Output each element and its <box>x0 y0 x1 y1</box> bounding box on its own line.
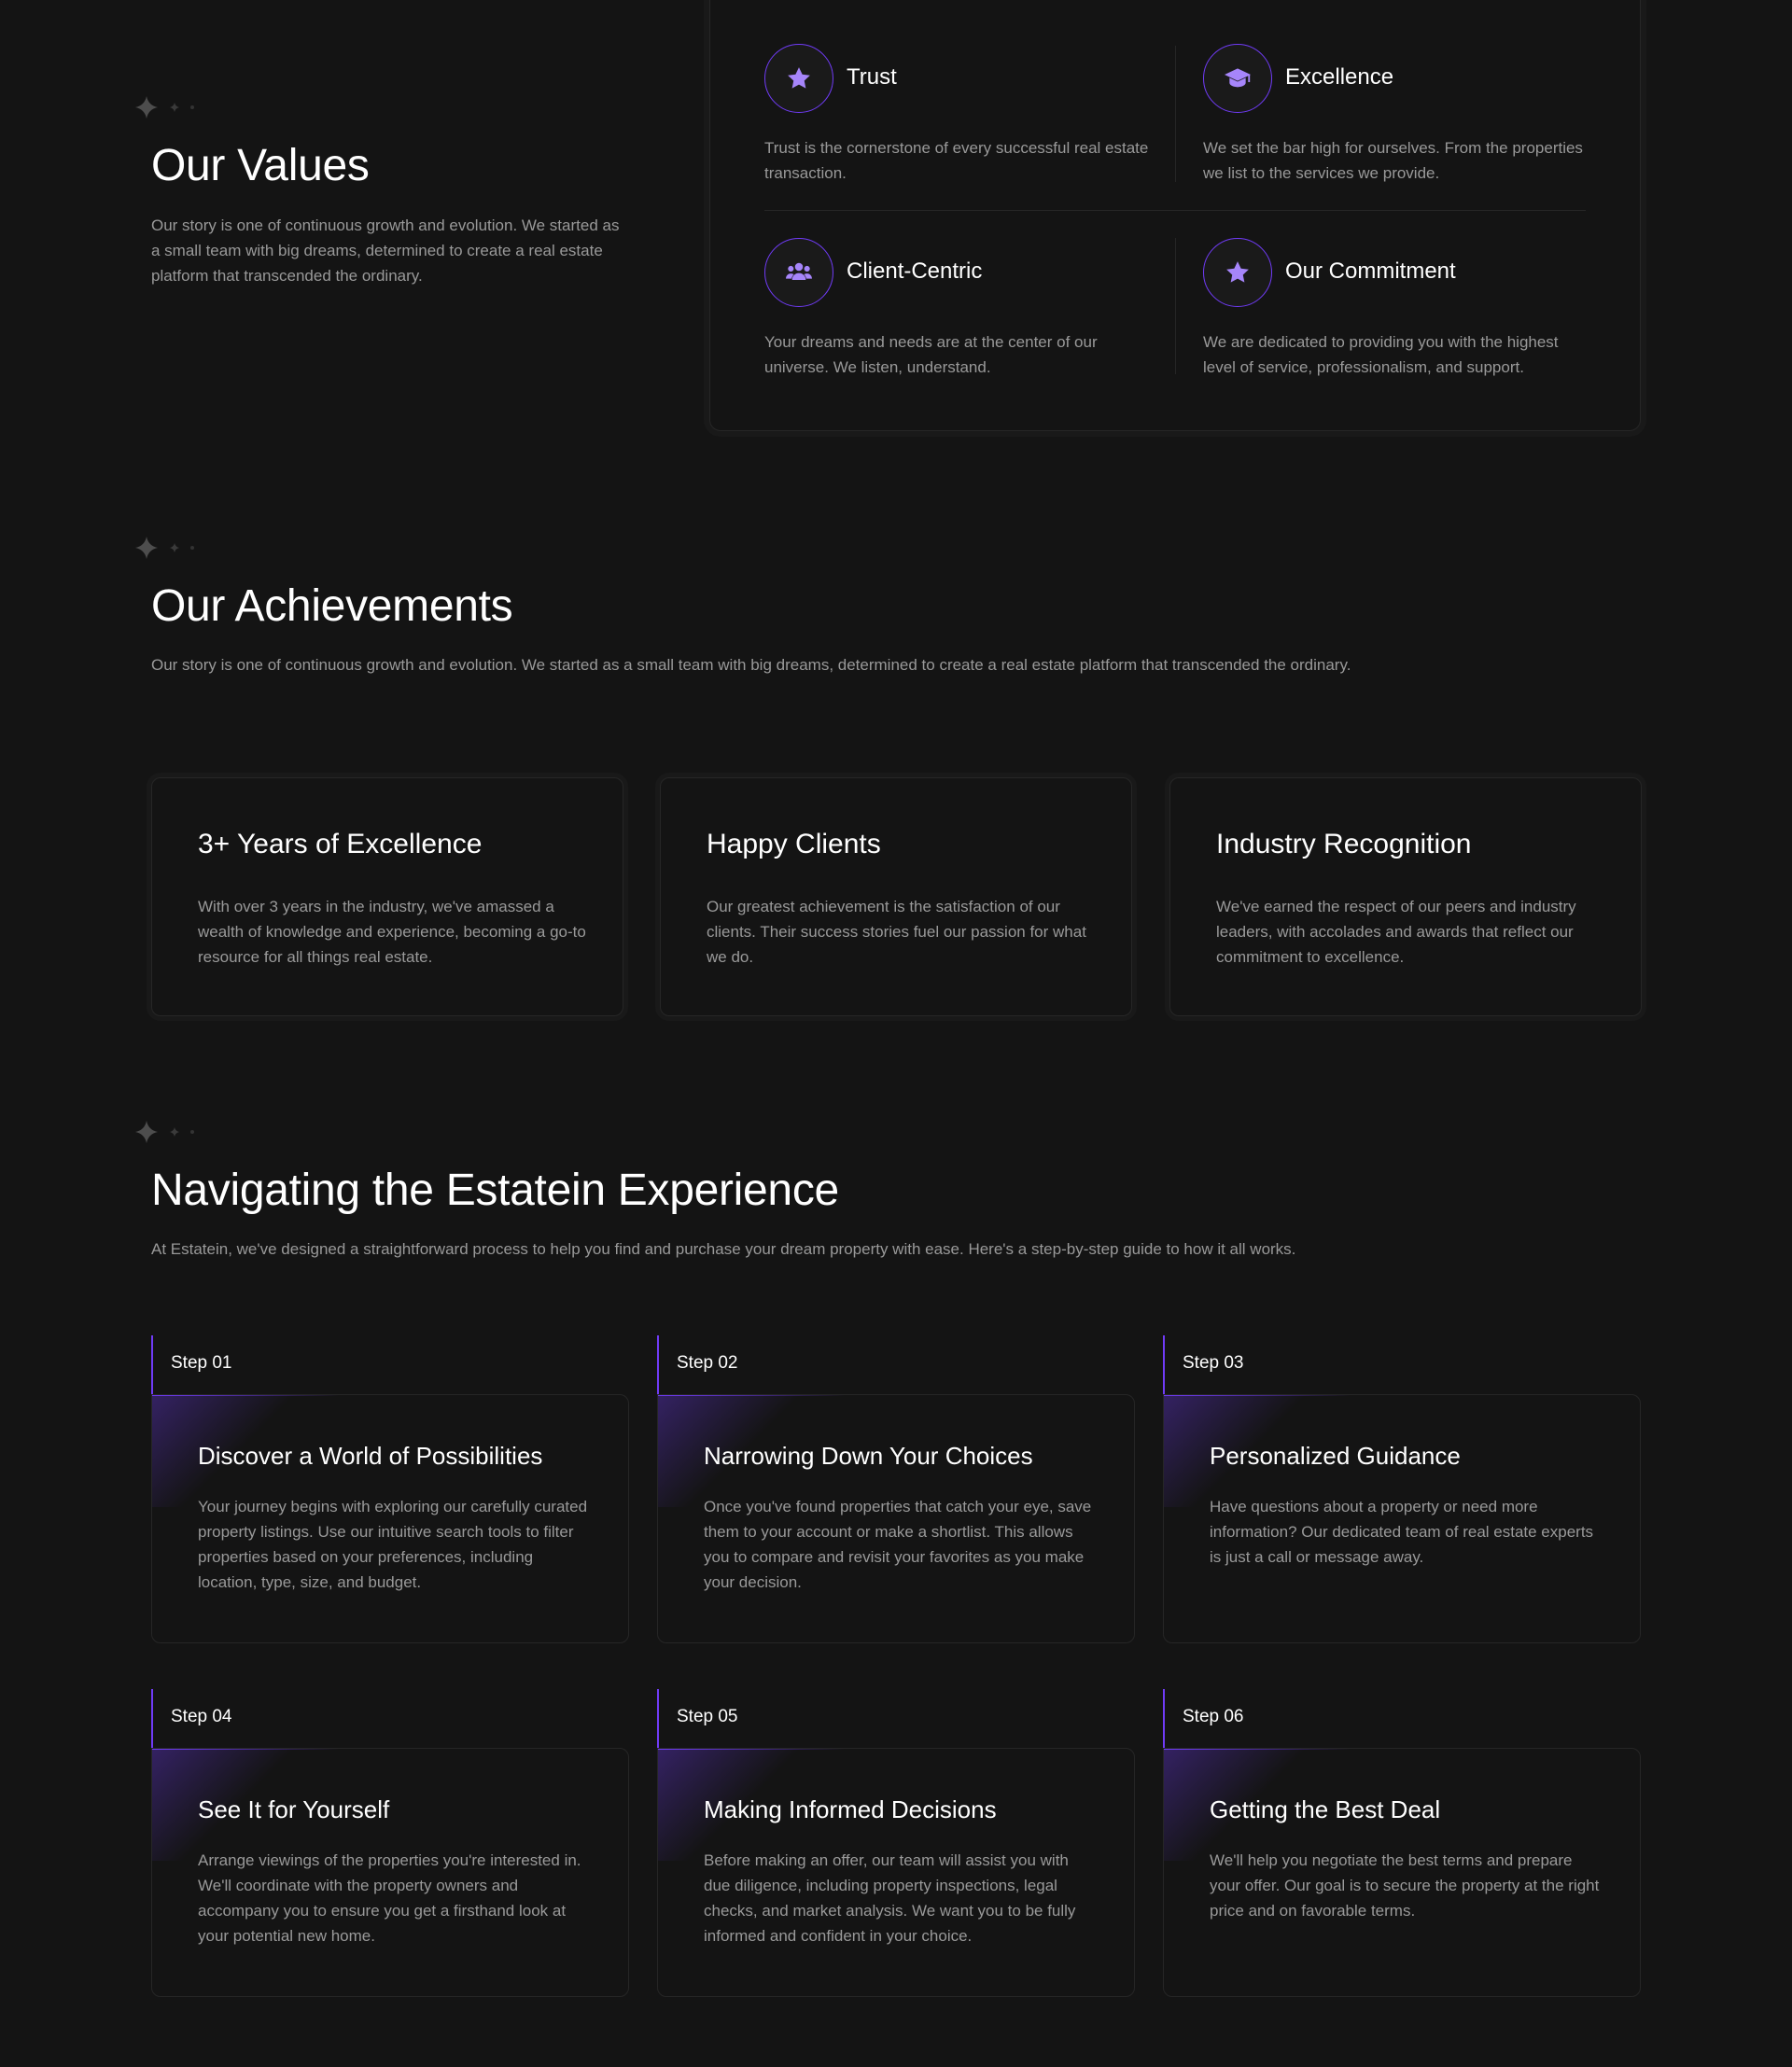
achievement-title: Industry Recognition <box>1216 829 1472 859</box>
step-label: Step 06 <box>1183 1707 1244 1726</box>
values-description: Our story is one of continuous growth an… <box>151 216 620 285</box>
step-title: Personalized Guidance <box>1210 1442 1461 1470</box>
step-title: Making Informed Decisions <box>704 1795 997 1823</box>
step-label-bar: Step 04 <box>151 1689 629 1748</box>
step-body: Discover a World of Possibilities Your j… <box>151 1394 629 1643</box>
step-body: Making Informed Decisions Before making … <box>657 1748 1135 1997</box>
users-icon <box>764 238 833 307</box>
values-horizontal-divider <box>764 210 1586 211</box>
value-title: Client-Centric <box>847 258 983 284</box>
step-label: Step 04 <box>171 1707 232 1726</box>
value-description: We are dedicated to providing you with t… <box>1203 333 1559 376</box>
step-description: Once you've found properties that catch … <box>704 1498 1092 1591</box>
step-body: See It for Yourself Arrange viewings of … <box>151 1748 629 1997</box>
step-label-bar: Step 02 <box>657 1335 1135 1394</box>
value-title: Our Commitment <box>1285 258 1456 284</box>
step-label: Step 05 <box>677 1707 738 1726</box>
values-vertical-divider-bottom <box>1175 238 1176 374</box>
step-title: Getting the Best Deal <box>1210 1795 1441 1823</box>
step-card-05: Step 05 Making Informed Decisions Before… <box>657 1689 1135 1997</box>
step-body: Personalized Guidance Have questions abo… <box>1163 1394 1641 1643</box>
achievement-card: Happy Clients Our greatest achievement i… <box>660 777 1132 1016</box>
value-title: Excellence <box>1285 64 1394 90</box>
experience-title: Navigating the Estatein Experience <box>151 1166 839 1215</box>
experience-description: At Estatein, we've designed a straightfo… <box>151 1240 1296 1258</box>
step-label: Step 01 <box>171 1353 232 1373</box>
achievement-title: 3+ Years of Excellence <box>198 829 483 859</box>
step-description: Your journey begins with exploring our c… <box>198 1498 588 1591</box>
step-label-bar: Step 05 <box>657 1689 1135 1748</box>
values-vertical-divider-top <box>1175 46 1176 182</box>
achievement-description: Our greatest achievement is the satisfac… <box>707 898 1086 966</box>
achievement-card: 3+ Years of Excellence With over 3 years… <box>151 777 623 1016</box>
step-title: Narrowing Down Your Choices <box>704 1442 1033 1470</box>
value-description: Your dreams and needs are at the center … <box>764 333 1098 376</box>
step-card-01: Step 01 Discover a World of Possibilitie… <box>151 1335 629 1643</box>
value-description: Trust is the cornerstone of every succes… <box>764 139 1149 182</box>
step-card-04: Step 04 See It for Yourself Arrange view… <box>151 1689 629 1997</box>
experience-sparkle-decoration <box>133 1118 207 1146</box>
step-label: Step 03 <box>1183 1353 1244 1373</box>
achievement-description: We've earned the respect of our peers an… <box>1216 898 1576 966</box>
graduation-cap-icon <box>1203 44 1272 113</box>
step-title: See It for Yourself <box>198 1795 390 1823</box>
achievement-description: With over 3 years in the industry, we've… <box>198 898 586 966</box>
step-label-bar: Step 06 <box>1163 1689 1641 1748</box>
step-label-bar: Step 03 <box>1163 1335 1641 1394</box>
achievements-title: Our Achievements <box>151 581 513 631</box>
star-icon <box>1203 238 1272 307</box>
step-label: Step 02 <box>677 1353 738 1373</box>
values-card: Trust Trust is the cornerstone of every … <box>709 0 1641 431</box>
achievements-sparkle-decoration <box>133 534 207 562</box>
star-icon <box>764 44 833 113</box>
achievement-title: Happy Clients <box>707 829 881 859</box>
step-description: Before making an offer, our team will as… <box>704 1851 1076 1945</box>
values-title: Our Values <box>151 141 370 190</box>
step-description: We'll help you negotiate the best terms … <box>1210 1851 1600 1920</box>
achievements-description: Our story is one of continuous growth an… <box>151 656 1351 674</box>
value-description: We set the bar high for ourselves. From … <box>1203 139 1583 182</box>
step-title: Discover a World of Possibilities <box>198 1442 543 1470</box>
step-body: Narrowing Down Your Choices Once you've … <box>657 1394 1135 1643</box>
step-body: Getting the Best Deal We'll help you neg… <box>1163 1748 1641 1997</box>
value-title: Trust <box>847 64 897 90</box>
step-description: Have questions about a property or need … <box>1210 1498 1594 1566</box>
step-card-02: Step 02 Narrowing Down Your Choices Once… <box>657 1335 1135 1643</box>
step-label-bar: Step 01 <box>151 1335 629 1394</box>
achievement-card: Industry Recognition We've earned the re… <box>1169 777 1642 1016</box>
step-card-03: Step 03 Personalized Guidance Have quest… <box>1163 1335 1641 1643</box>
step-card-06: Step 06 Getting the Best Deal We'll help… <box>1163 1689 1641 1997</box>
values-sparkle-decoration <box>133 93 207 121</box>
step-description: Arrange viewings of the properties you'r… <box>198 1851 581 1945</box>
